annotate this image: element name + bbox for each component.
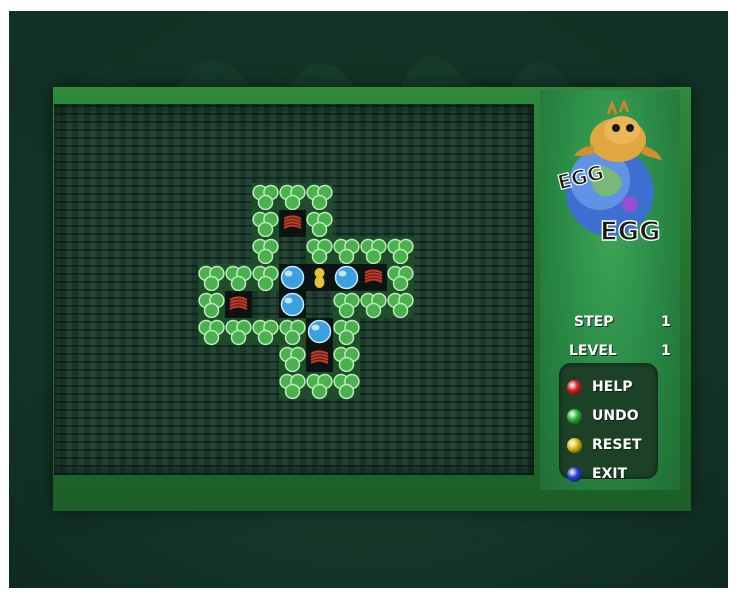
wall-tile <box>252 264 279 292</box>
wall-tile <box>306 237 333 265</box>
egg-shine <box>284 270 293 277</box>
wall-tile <box>333 237 360 265</box>
step-label: STEP <box>574 314 614 330</box>
blue-orb-icon <box>567 466 582 482</box>
step-value: 1 <box>661 314 671 330</box>
wall-tile <box>306 183 333 211</box>
reset-label: RESET <box>592 437 642 453</box>
reset-button[interactable]: RESET <box>567 433 655 457</box>
help-label: HELP <box>592 379 633 395</box>
wall-tile <box>333 372 360 400</box>
wall-tile <box>333 345 360 373</box>
level-grid <box>198 183 414 400</box>
wall-tile <box>225 318 252 346</box>
wall-tile <box>252 318 279 346</box>
logo-text-bottom: EGG <box>600 217 660 247</box>
wall-tile <box>198 264 225 292</box>
egg-shine <box>284 297 293 304</box>
level-label: LEVEL <box>569 343 617 359</box>
wall-tile <box>279 345 306 373</box>
egg-icon <box>280 265 305 290</box>
yellow-orb-icon <box>567 437 582 453</box>
wall-tile <box>279 372 306 400</box>
wall-tile <box>279 318 306 346</box>
egg-icon <box>334 265 359 290</box>
game-board[interactable] <box>54 104 534 475</box>
wall-tile <box>387 291 414 319</box>
help-button[interactable]: HELP <box>567 375 655 399</box>
level-value: 1 <box>661 343 671 359</box>
game-menu: HELP UNDO RESET EXIT <box>559 363 658 482</box>
undo-button[interactable]: UNDO <box>567 404 655 428</box>
wall-tile <box>387 264 414 292</box>
wall-tile <box>360 237 387 265</box>
wall-tile <box>198 291 225 319</box>
wall-tile <box>306 210 333 238</box>
wall-tile <box>252 210 279 238</box>
player-dinosaur-icon <box>314 268 325 288</box>
exit-label: EXIT <box>592 466 628 482</box>
red-orb-icon <box>567 379 582 395</box>
egg-egg-logo: EGG EGG <box>555 100 662 248</box>
wall-tile <box>252 183 279 211</box>
egg-shine <box>338 270 347 277</box>
wall-tile <box>333 318 360 346</box>
egg-shine <box>311 324 320 331</box>
undo-label: UNDO <box>592 408 639 424</box>
wall-tile <box>252 237 279 265</box>
wall-tile <box>279 183 306 211</box>
green-orb-icon <box>567 408 582 424</box>
wall-tile <box>225 264 252 292</box>
wall-tile <box>333 291 360 319</box>
wall-tile <box>387 237 414 265</box>
wall-tile <box>306 372 333 400</box>
exit-button[interactable]: EXIT <box>567 462 655 486</box>
wall-tile <box>360 291 387 319</box>
wall-tile <box>198 318 225 346</box>
egg-icon <box>307 319 332 344</box>
egg-icon <box>280 292 305 317</box>
